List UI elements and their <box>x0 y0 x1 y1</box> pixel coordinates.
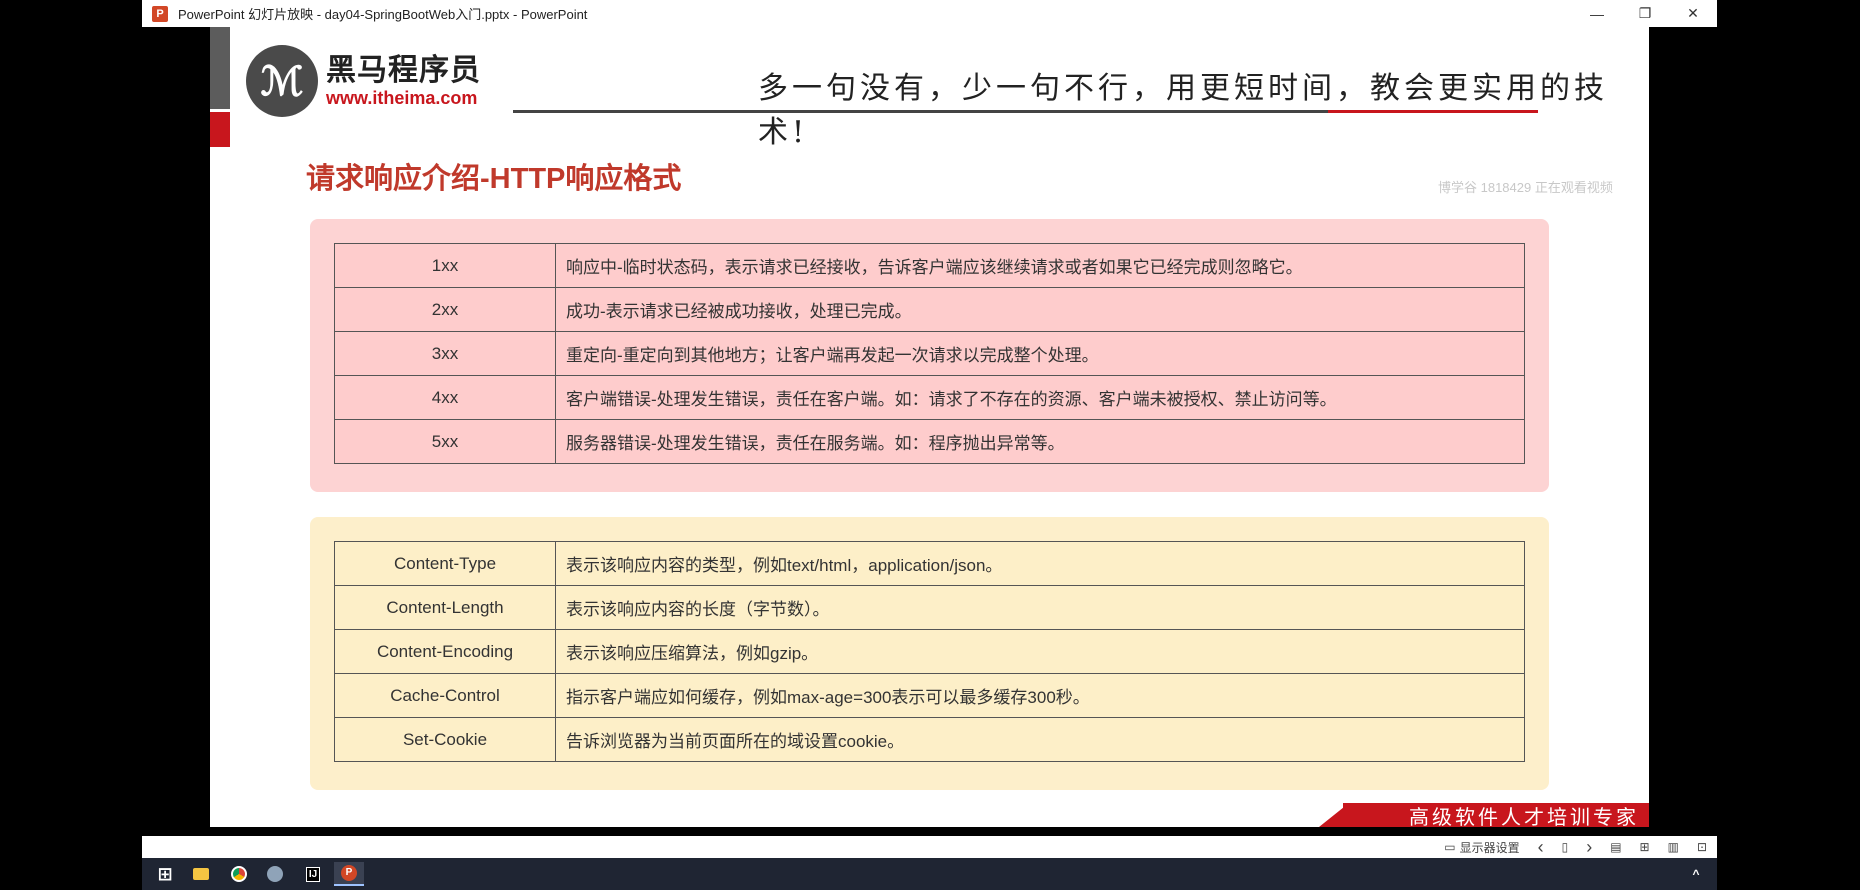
header-description-cell: 表示该响应压缩算法，例如gzip。 <box>555 629 1525 674</box>
slide-title: 请求响应介绍-HTTP响应格式 <box>306 163 682 195</box>
table-row: 3xx 重定向-重定向到其他地方；让客户端再发起一次请求以完成整个处理。 <box>334 331 1525 376</box>
status-description-cell: 重定向-重定向到其他地方；让客户端再发起一次请求以完成整个处理。 <box>555 331 1525 376</box>
reading-view-icon[interactable]: ▥ <box>1668 840 1679 854</box>
next-slide-button[interactable]: › <box>1586 837 1592 858</box>
slide-overview-icon[interactable]: ▯ <box>1562 840 1569 854</box>
table-row: 2xx 成功-表示请求已经被成功接收，处理已完成。 <box>334 287 1525 332</box>
slide[interactable]: ℳ 黑马程序员 www.itheima.com 多一句没有，少一句不行，用更短时… <box>210 27 1649 827</box>
powerpoint-taskbar-icon[interactable]: P <box>334 862 364 886</box>
header-name-cell: Content-Length <box>334 585 556 630</box>
slogan: 多一句没有，少一句不行，用更短时间，教会更实用的技术! <box>758 71 1608 150</box>
response-header-panel: Content-Type 表示该响应内容的类型，例如text/html，appli… <box>310 517 1549 790</box>
taskbar: ⊞ IJ P ^ <box>142 858 1717 890</box>
header-description-cell: 表示该响应内容的长度（字节数）。 <box>555 585 1525 630</box>
header-name-cell: Content-Encoding <box>334 629 556 674</box>
table-row: Content-Encoding 表示该响应压缩算法，例如gzip。 <box>334 629 1525 674</box>
slideshow-view-icon[interactable]: ⊡ <box>1697 840 1707 854</box>
logo-url: www.itheima.com <box>326 88 478 108</box>
status-code-cell: 5xx <box>334 419 556 464</box>
app-icon[interactable] <box>260 862 290 886</box>
status-description-cell: 成功-表示请求已经被成功接收，处理已完成。 <box>555 287 1525 332</box>
left-accent-bar-red <box>210 112 230 147</box>
table-row: 4xx 客户端错误-处理发生错误，责任在客户端。如：请求了不存在的资源、客户端未被… <box>334 375 1525 420</box>
display-settings-label: 显示器设置 <box>1459 840 1520 855</box>
tray-chevron-icon[interactable]: ^ <box>1681 862 1711 886</box>
horse-logo-icon: ℳ <box>246 45 318 117</box>
table-row: 5xx 服务器错误-处理发生错误，责任在服务端。如：程序抛出异常等。 <box>334 419 1525 464</box>
status-code-cell: 2xx <box>334 287 556 332</box>
left-accent-bar-gray <box>210 27 230 109</box>
header-description-cell: 告诉浏览器为当前页面所在的域设置cookie。 <box>555 717 1525 762</box>
header-description-cell: 表示该响应内容的类型，例如text/html，application/json。 <box>555 541 1525 586</box>
status-description-cell: 服务器错误-处理发生错误，责任在服务端。如：程序抛出异常等。 <box>555 419 1525 464</box>
bottom-banner: 高级软件人才培训专家 <box>1343 803 1649 827</box>
restore-button[interactable]: ❐ <box>1621 0 1669 27</box>
logo-brand-name: 黑马程序员 <box>326 54 481 87</box>
response-header-table: Content-Type 表示该响应内容的类型，例如text/html，appli… <box>334 541 1525 762</box>
table-row: Content-Type 表示该响应内容的类型，例如text/html，appli… <box>334 541 1525 586</box>
windows-start-icon[interactable]: ⊞ <box>150 862 180 886</box>
status-description-cell: 响应中-临时状态码，表示请求已经接收，告诉客户端应该继续请求或者如果它已经完成则… <box>555 243 1525 288</box>
intellij-icon[interactable]: IJ <box>298 862 328 886</box>
chrome-icon[interactable] <box>224 862 254 886</box>
slide-sorter-icon[interactable]: ⊞ <box>1640 840 1650 854</box>
display-settings-button[interactable]: ▭ 显示器设置 <box>1444 839 1519 856</box>
header-name-cell: Set-Cookie <box>334 717 556 762</box>
status-code-cell: 3xx <box>334 331 556 376</box>
slogan-underline-accent <box>1328 110 1538 113</box>
powerpoint-app-icon: P <box>152 5 168 22</box>
title-bar: P PowerPoint 幻灯片放映 - day04-SpringBootWeb… <box>142 0 1717 27</box>
header-name-cell: Content-Type <box>334 541 556 586</box>
table-row: Cache-Control 指示客户端应如何缓存，例如max-age=300表示可… <box>334 673 1525 718</box>
status-code-panel: 1xx 响应中-临时状态码，表示请求已经接收，告诉客户端应该继续请求或者如果它已经… <box>310 219 1549 492</box>
window-title: PowerPoint 幻灯片放映 - day04-SpringBootWeb入门… <box>178 7 588 22</box>
table-row: 1xx 响应中-临时状态码，表示请求已经接收，告诉客户端应该继续请求或者如果它已经… <box>334 243 1525 288</box>
previous-slide-button[interactable]: ‹ <box>1538 837 1544 858</box>
viewer-watermark: 博学谷 1818429 正在观看视频 <box>1438 180 1613 195</box>
status-code-cell: 1xx <box>334 243 556 288</box>
table-row: Set-Cookie 告诉浏览器为当前页面所在的域设置cookie。 <box>334 717 1525 762</box>
header-description-cell: 指示客户端应如何缓存，例如max-age=300表示可以最多缓存300秒。 <box>555 673 1525 718</box>
minimize-button[interactable]: — <box>1573 0 1621 27</box>
close-button[interactable]: ✕ <box>1669 0 1717 27</box>
table-row: Content-Length 表示该响应内容的长度（字节数）。 <box>334 585 1525 630</box>
window-controls: — ❐ ✕ <box>1573 0 1717 27</box>
file-explorer-icon[interactable] <box>186 862 216 886</box>
logo: ℳ 黑马程序员 www.itheima.com <box>246 45 481 117</box>
status-code-table: 1xx 响应中-临时状态码，表示请求已经接收，告诉客户端应该继续请求或者如果它已经… <box>334 243 1525 464</box>
header-name-cell: Cache-Control <box>334 673 556 718</box>
status-code-cell: 4xx <box>334 375 556 420</box>
status-description-cell: 客户端错误-处理发生错误，责任在客户端。如：请求了不存在的资源、客户端未被授权、… <box>555 375 1525 420</box>
normal-view-icon[interactable]: ▤ <box>1610 840 1621 854</box>
monitor-icon: ▭ <box>1444 840 1456 854</box>
slideshow-status-bar: ▭ 显示器设置 ‹ ▯ › ▤ ⊞ ▥ ⊡ <box>142 836 1717 858</box>
